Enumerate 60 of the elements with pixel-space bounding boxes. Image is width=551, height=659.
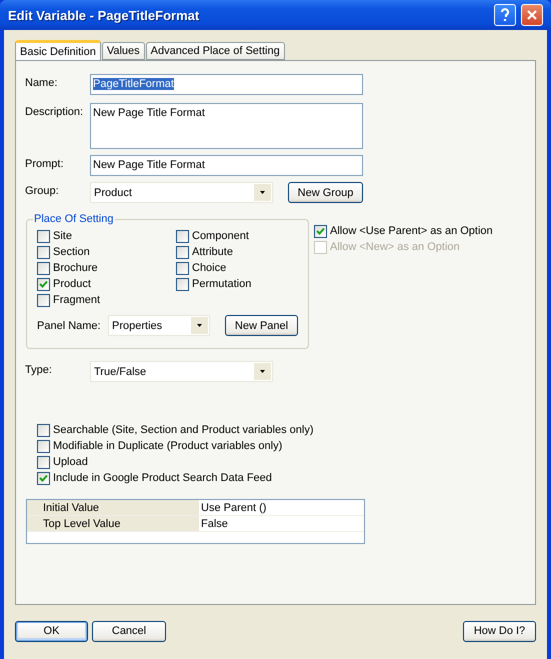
checkbox[interactable]	[176, 230, 189, 242]
window-title: Edit Variable - PageTitleFormat	[8, 8, 200, 22]
field-label: Group:	[25, 184, 60, 197]
new-panel-button[interactable]: New Panel	[225, 315, 298, 336]
property-name: Initial Value	[27, 500, 199, 515]
checkbox[interactable]	[37, 440, 50, 452]
tab[interactable]: Advanced Place of Setting	[146, 42, 285, 60]
checkbox[interactable]	[37, 472, 50, 484]
dropdown[interactable]: Product	[90, 182, 273, 203]
checkbox-label: Component	[192, 230, 249, 242]
dropdown[interactable]: Properties	[108, 315, 210, 336]
checkbox[interactable]	[37, 456, 50, 468]
tab[interactable]: Values	[102, 42, 145, 60]
group-title: Place Of Setting	[33, 213, 114, 225]
checkbox[interactable]	[37, 262, 50, 274]
checkbox[interactable]	[176, 246, 189, 258]
check-icon	[39, 280, 48, 288]
property-value[interactable]: Use Parent ()	[199, 500, 364, 515]
checkbox-label: Site	[53, 230, 72, 242]
property-name: Top Level Value	[27, 516, 199, 531]
checkbox-label: Allow <Use Parent> as an Option	[330, 225, 493, 237]
checkbox[interactable]	[176, 262, 189, 274]
checkbox[interactable]	[314, 224, 327, 238]
checkbox-label: Section	[53, 246, 90, 258]
field-label: Panel Name:	[37, 320, 102, 332]
input-field[interactable]: PageTitleFormat	[90, 74, 363, 95]
checkbox[interactable]	[37, 230, 50, 242]
cancel-button[interactable]: Cancel	[92, 620, 166, 642]
check-icon	[316, 226, 325, 236]
checkbox-label: Searchable (Site, Section and Product variables only)	[53, 424, 314, 436]
property-value[interactable]: False	[199, 516, 364, 531]
field-label: Prompt:	[25, 157, 65, 170]
checkbox-label: Allow <New> as an Option	[330, 241, 460, 253]
checkbox-label: Include in Google Product Search Data Feed	[53, 472, 272, 484]
tab[interactable]: Basic Definition	[15, 40, 101, 61]
new-group-button[interactable]: New Group	[288, 182, 363, 203]
checkbox[interactable]	[37, 278, 50, 290]
field-label: Name:	[25, 76, 58, 89]
checkbox-label: Fragment	[53, 294, 100, 306]
check-icon	[39, 474, 48, 482]
checkbox-label: Brochure	[53, 262, 98, 274]
dropdown[interactable]: True/False	[90, 361, 273, 382]
checkbox[interactable]	[37, 424, 50, 436]
field-label: Type:	[25, 363, 53, 376]
ok-button[interactable]: OK	[15, 620, 88, 642]
checkbox-label: Permutation	[192, 278, 252, 290]
checkbox[interactable]	[176, 278, 189, 290]
checkbox[interactable]	[37, 294, 50, 306]
checkbox-label: Upload	[53, 456, 88, 468]
checkbox-label: Choice	[192, 262, 226, 274]
checkbox-label: Product	[53, 278, 91, 290]
input-field[interactable]: New Page Title Format	[90, 103, 363, 149]
checkbox-label: Modifiable in Duplicate (Product variables only)	[53, 440, 282, 452]
close-icon[interactable]	[521, 4, 543, 26]
help-icon[interactable]	[494, 4, 516, 26]
field-label: Description:	[25, 105, 84, 118]
checkbox-label: Attribute	[192, 246, 233, 258]
input-field[interactable]: New Page Title Format	[90, 155, 363, 176]
checkbox[interactable]	[37, 246, 50, 258]
help-button[interactable]: How Do I?	[463, 620, 536, 642]
